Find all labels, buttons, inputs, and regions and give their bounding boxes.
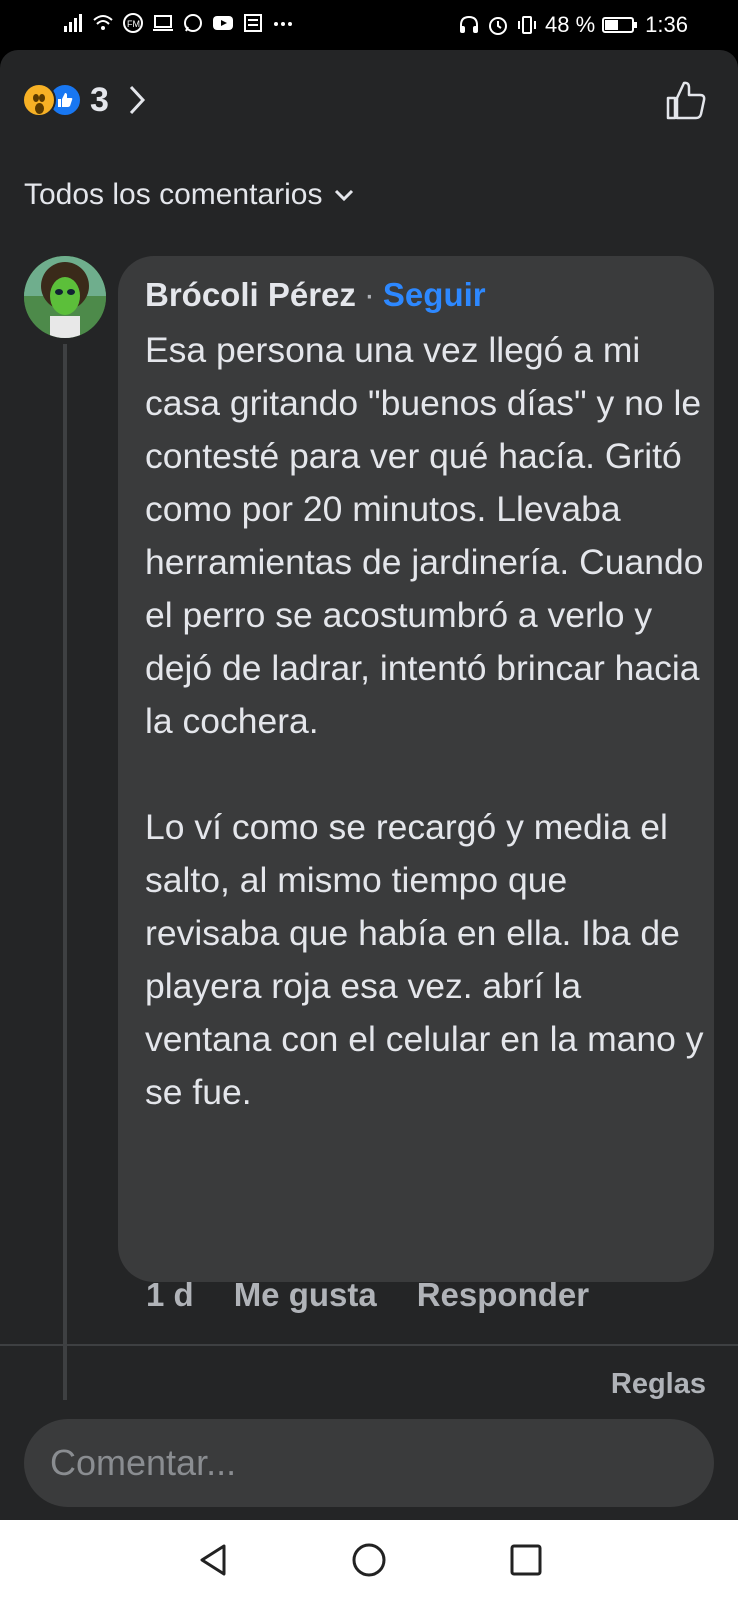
alarm-icon [489, 17, 508, 35]
status-right-icons: 48 % 1:36 [458, 12, 688, 38]
news-icon [244, 14, 262, 32]
status-bar: FM 48 % 1:36 [0, 0, 738, 50]
vibrate-icon [518, 16, 537, 34]
comment-actions: 1 d Me gusta Responder [146, 1276, 589, 1314]
comment-bubble[interactable]: Brócoli Pérez · Seguir Esa persona una v… [118, 256, 714, 1282]
headset-icon [460, 15, 479, 33]
home-icon[interactable] [349, 1540, 389, 1580]
system-nav-bar [0, 1520, 738, 1600]
recents-icon[interactable] [506, 1540, 546, 1580]
signal-icon [64, 14, 82, 32]
reactions-count: 3 [90, 80, 109, 119]
reply-button[interactable]: Responder [417, 1276, 589, 1314]
comments-sheet: 3 Todos los comentarios Brócoli Pérez · … [0, 50, 738, 1520]
thread-line [63, 344, 67, 1400]
svg-text:FM: FM [127, 19, 140, 29]
separator-dot: · [363, 276, 375, 313]
comment-header: Brócoli Pérez · Seguir [145, 276, 486, 314]
battery-percent: 48 % [545, 12, 596, 37]
rules-link[interactable]: Reglas [611, 1368, 706, 1401]
avatar-image [24, 256, 106, 338]
status-time: 1:36 [645, 12, 688, 37]
comments-filter-dropdown[interactable]: Todos los comentarios [24, 178, 354, 212]
follow-button[interactable]: Seguir [383, 276, 486, 314]
wow-reaction-icon [22, 83, 56, 117]
battery-icon [602, 17, 638, 33]
comment-author[interactable]: Brócoli Pérez [145, 276, 356, 314]
laptop-icon [153, 15, 173, 31]
more-icon [274, 22, 292, 26]
divider [0, 1344, 738, 1346]
chevron-down-icon [335, 189, 354, 202]
comments-filter-label: Todos los comentarios [24, 178, 323, 211]
like-button-icon[interactable] [664, 78, 708, 122]
like-comment-button[interactable]: Me gusta [234, 1276, 377, 1314]
comment-text: Esa persona una vez llegó a mi casa grit… [145, 330, 704, 1112]
fm-radio-icon: FM [123, 13, 143, 33]
chevron-right-icon [129, 85, 145, 115]
comment-input[interactable] [24, 1419, 714, 1507]
wifi-icon [93, 15, 113, 30]
avatar[interactable] [24, 256, 106, 338]
comment-time[interactable]: 1 d [146, 1276, 194, 1314]
whatsapp-icon [184, 14, 202, 32]
reactions-summary[interactable]: 3 [22, 80, 147, 120]
youtube-icon [213, 16, 233, 30]
back-icon[interactable] [194, 1540, 234, 1580]
status-left-icons: FM [62, 12, 294, 34]
